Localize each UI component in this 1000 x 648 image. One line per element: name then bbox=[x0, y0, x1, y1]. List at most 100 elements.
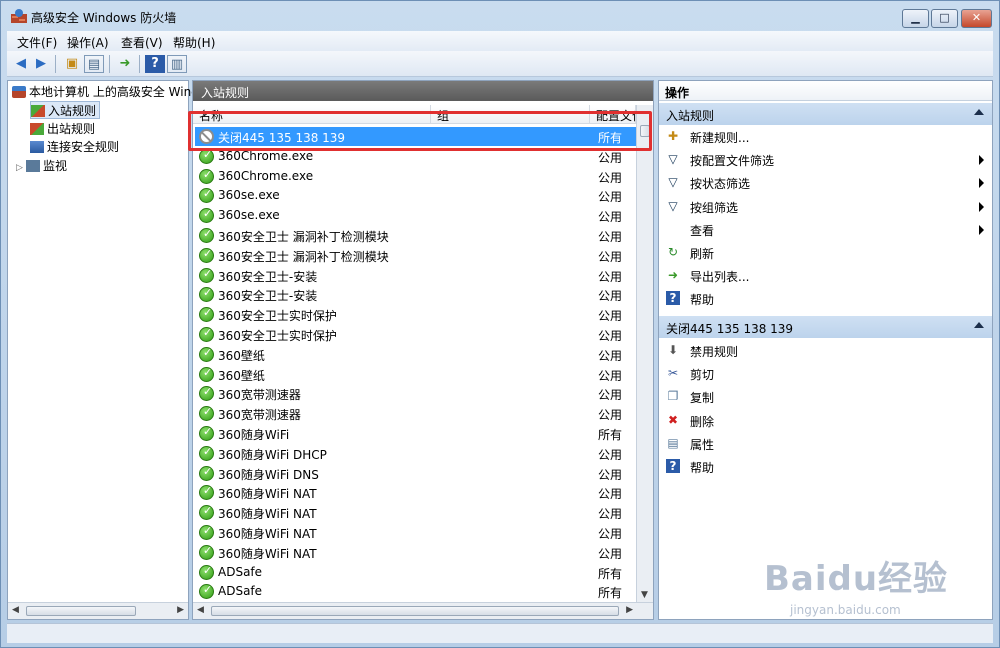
scroll-left-icon[interactable]: ◀ bbox=[12, 605, 19, 615]
allow-rule-icon: ✓ bbox=[199, 267, 214, 283]
table-row[interactable]: ✓ 360安全卫士-安装 公用 bbox=[195, 266, 637, 285]
rules-horizontal-scrollbar[interactable]: ◀ ▶ bbox=[193, 602, 653, 619]
table-row[interactable]: ✓ 360安全卫士 漏洞补丁检测模块 公用 bbox=[195, 226, 637, 245]
table-row[interactable]: ✓ 360随身WiFi 所有 bbox=[195, 424, 637, 443]
rules-pane-header: 入站规则 bbox=[193, 81, 653, 101]
table-row[interactable]: ✓ 360安全卫士实时保护 公用 bbox=[195, 305, 637, 324]
table-row[interactable]: ✓ 360随身WiFi NAT 公用 bbox=[195, 543, 637, 562]
filter-icon: ▽ bbox=[668, 152, 678, 167]
allow-rule-icon: ✓ bbox=[199, 306, 214, 323]
table-row[interactable]: ✓ 360随身WiFi NAT 公用 bbox=[195, 483, 637, 502]
action-item[interactable]: ✂ 剪切 bbox=[659, 362, 992, 384]
maximize-button[interactable]: □ bbox=[931, 9, 958, 28]
up-folder-icon[interactable]: ▣ bbox=[62, 55, 82, 73]
collapse-arrow-icon[interactable] bbox=[974, 109, 984, 115]
submenu-arrow-icon bbox=[979, 178, 984, 189]
scroll-right-icon[interactable]: ▶ bbox=[626, 605, 633, 615]
rule-name: 360安全卫士-安装 bbox=[218, 289, 318, 304]
scroll-thumb[interactable] bbox=[211, 606, 619, 616]
help-icon[interactable]: ? bbox=[145, 55, 165, 73]
tree-root[interactable]: 本地计算机 上的高级安全 Wind bbox=[12, 83, 199, 101]
table-row[interactable]: ✓ 360宽带测速器 公用 bbox=[195, 384, 637, 403]
action-item[interactable]: ? 帮助 bbox=[659, 287, 992, 309]
action-item[interactable]: ? 帮助 bbox=[659, 455, 992, 477]
action-item[interactable]: ▤ 属性 bbox=[659, 432, 992, 454]
action-item[interactable]: ▽ 按组筛选 bbox=[659, 195, 992, 217]
action-label: 查看 bbox=[690, 223, 715, 238]
table-row[interactable]: ✓ 360壁纸 公用 bbox=[195, 345, 637, 364]
actions-section-inbound-rules[interactable]: 入站规则 bbox=[659, 103, 992, 125]
allow-rule-icon: ✓ bbox=[199, 366, 214, 382]
show-action-pane-icon[interactable]: ▥ bbox=[167, 55, 187, 73]
menu-view[interactable]: 查看(V) bbox=[121, 34, 163, 51]
table-row[interactable]: ✓ 360安全卫士-安装 公用 bbox=[195, 285, 637, 304]
table-row[interactable]: ✓ 360随身WiFi DHCP 公用 bbox=[195, 444, 637, 463]
navigation-tree-pane: 本地计算机 上的高级安全 Wind 入站规则 出站规则 连接安全规则 ▷ 监视 ◀… bbox=[7, 80, 199, 620]
scroll-left-icon[interactable]: ◀ bbox=[197, 605, 204, 615]
action-item[interactable]: ✚ 新建规则... bbox=[659, 125, 992, 147]
table-row[interactable]: ✓ 360随身WiFi DNS 公用 bbox=[195, 464, 637, 483]
table-row[interactable]: ✓ 360se.exe 公用 bbox=[195, 186, 637, 205]
menu-action[interactable]: 操作(A) bbox=[67, 34, 109, 51]
export-list-icon[interactable]: ➜ bbox=[115, 55, 135, 73]
menu-help[interactable]: 帮助(H) bbox=[173, 34, 215, 51]
collapse-arrow-icon[interactable] bbox=[974, 322, 984, 328]
tree-item-label: 监视 bbox=[43, 159, 68, 173]
menu-file[interactable]: 文件(F) bbox=[17, 34, 57, 51]
table-row[interactable]: ✓ 360se.exe 公用 bbox=[195, 206, 637, 225]
rule-name: 360安全卫士 漏洞补丁检测模块 bbox=[218, 249, 389, 264]
table-row[interactable]: ✓ 360安全卫士实时保护 公用 bbox=[195, 325, 637, 344]
tree-item-connection-security-rules[interactable]: 连接安全规则 bbox=[30, 138, 119, 156]
rules-vertical-scrollbar[interactable]: ▼ bbox=[636, 105, 653, 602]
firewall-icon bbox=[12, 86, 26, 98]
table-row[interactable]: ✓ 360Chrome.exe 公用 bbox=[195, 167, 637, 186]
tree-horizontal-scrollbar[interactable]: ◀ ▶ bbox=[8, 602, 188, 619]
table-row[interactable]: ✓ 360安全卫士 漏洞补丁检测模块 公用 bbox=[195, 246, 637, 265]
table-row[interactable]: ✓ 360随身WiFi NAT 公用 bbox=[195, 523, 637, 542]
show-hide-tree-icon[interactable]: ▤ bbox=[84, 55, 104, 73]
action-item[interactable]: ➜ 导出列表... bbox=[659, 264, 992, 286]
filter-icon: ▽ bbox=[668, 175, 678, 190]
rule-profile: 公用 bbox=[598, 289, 623, 304]
rule-profile: 所有 bbox=[598, 566, 623, 581]
expand-arrow-icon[interactable]: ▷ bbox=[16, 163, 26, 173]
allow-rule-icon: ✓ bbox=[199, 524, 214, 540]
scroll-down-icon[interactable]: ▼ bbox=[641, 590, 648, 600]
minimize-button[interactable]: ▁ bbox=[902, 9, 929, 28]
action-item[interactable]: ▽ 按配置文件筛选 bbox=[659, 148, 992, 170]
action-item[interactable]: ❐ 复制 bbox=[659, 385, 992, 407]
tree-item-outbound-rules[interactable]: 出站规则 bbox=[30, 120, 95, 138]
action-item[interactable]: ✖ 删除 bbox=[659, 409, 992, 431]
action-label: 按状态筛选 bbox=[690, 177, 751, 192]
rule-name: 360宽带测速器 bbox=[218, 408, 301, 423]
scroll-thumb[interactable] bbox=[26, 606, 136, 616]
table-row[interactable]: ✓ ADSafe 所有 bbox=[195, 563, 637, 582]
toolbar-separator bbox=[55, 55, 56, 73]
table-row[interactable]: ✓ 360宽带测速器 公用 bbox=[195, 404, 637, 423]
scroll-right-icon[interactable]: ▶ bbox=[177, 605, 184, 615]
table-row[interactable]: ✓ 360随身WiFi NAT 公用 bbox=[195, 503, 637, 522]
action-item[interactable]: ▽ 按状态筛选 bbox=[659, 171, 992, 193]
tree-item-inbound-rules[interactable]: 入站规则 bbox=[30, 101, 101, 119]
back-arrow-icon[interactable]: ◀ bbox=[11, 55, 31, 73]
close-button[interactable]: ✕ bbox=[961, 9, 992, 28]
action-label: 复制 bbox=[690, 391, 715, 406]
refresh-icon: ↻ bbox=[667, 245, 679, 259]
rule-name: ADSafe bbox=[218, 584, 263, 599]
toolbar-separator bbox=[109, 55, 110, 73]
rule-profile: 公用 bbox=[598, 368, 623, 383]
table-row[interactable]: ✓ 360壁纸 公用 bbox=[195, 365, 637, 384]
action-item[interactable]: 查看 bbox=[659, 218, 992, 240]
window-title: 高级安全 Windows 防火墙 bbox=[31, 11, 177, 25]
tree-item-label: 连接安全规则 bbox=[47, 140, 120, 154]
action-item[interactable]: ↻ 刷新 bbox=[659, 241, 992, 263]
title-bar[interactable]: 高级安全 Windows 防火墙 ▁ □ ✕ bbox=[1, 1, 999, 31]
forward-arrow-icon[interactable]: ▶ bbox=[31, 55, 51, 73]
table-row[interactable]: ✓ ADSafe 所有 bbox=[195, 582, 637, 601]
allow-rule-icon: ✓ bbox=[199, 207, 214, 224]
firewall-window: 高级安全 Windows 防火墙 ▁ □ ✕ 文件(F) 操作(A) 查看(V)… bbox=[0, 0, 1000, 648]
actions-section-selected-rule[interactable]: 关闭445 135 138 139 bbox=[659, 316, 992, 338]
tree-item-monitoring[interactable]: ▷ 监视 bbox=[16, 157, 67, 175]
action-label: 禁用规则 bbox=[690, 345, 739, 359]
action-item[interactable]: ⬇ 禁用规则 bbox=[659, 339, 992, 361]
